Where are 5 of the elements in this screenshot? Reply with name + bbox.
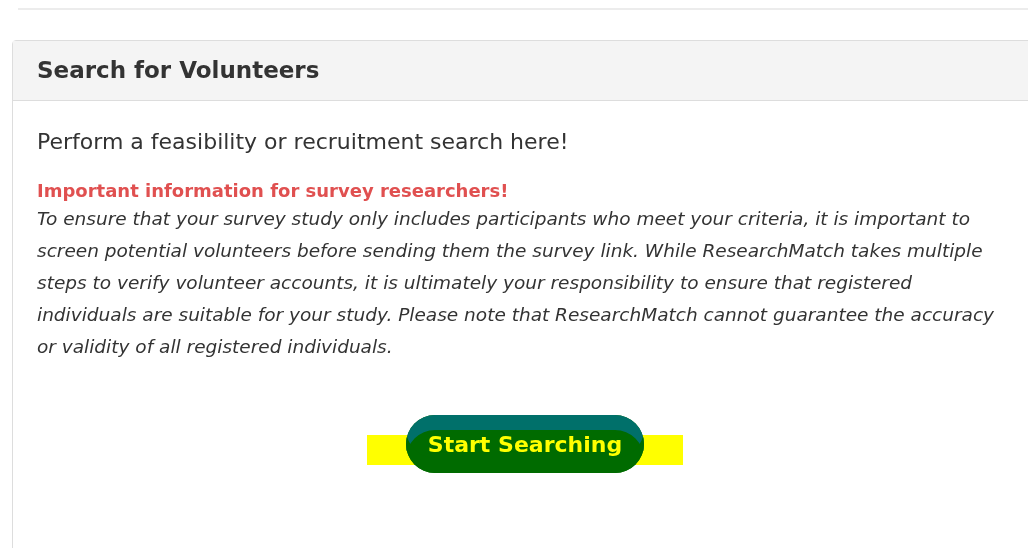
notice-text: To ensure that your survey study only includes participants who meet your criteria, it is important to screen potential volunteers before sending them the survey link. While ResearchMatch takes multiple steps to verify volunteer accounts, it is ultimately your responsibility to ensure that registered individuals are suitable for your study. Please note that ResearchMatch cannot guarantee the accuracy or validity of all registered individuals. xyxy=(37,207,995,359)
panel-title: Search for Volunteers xyxy=(37,57,320,83)
intro-text: Perform a feasibility or recruitment search here! xyxy=(37,129,570,154)
start-searching-button[interactable]: Start Searching xyxy=(405,415,645,473)
notice-heading: Important information for survey researchers! xyxy=(37,180,510,201)
